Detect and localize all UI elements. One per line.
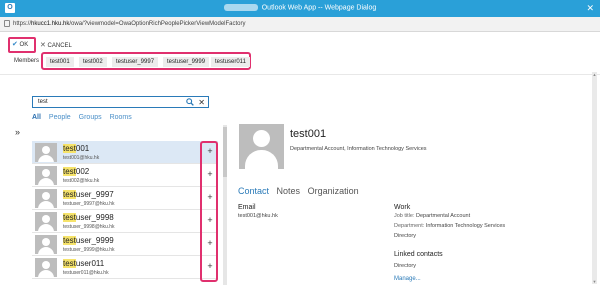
- member-chip[interactable]: testuser011: [211, 57, 250, 67]
- divider: [0, 74, 600, 75]
- filter-groups[interactable]: Groups: [79, 114, 102, 121]
- person-email: test002@hku.hk: [63, 178, 100, 184]
- person-name: test002: [63, 167, 90, 176]
- member-chip[interactable]: test002: [79, 57, 107, 67]
- person-name: test001: [63, 144, 90, 153]
- address-bar: https://hkucc1.hku.hk/owa/?viewmodel=Owa…: [0, 17, 600, 32]
- avatar: [35, 212, 57, 231]
- search-input[interactable]: test ✕: [32, 96, 209, 108]
- department-line: Department: Information Technology Servi…: [394, 223, 506, 229]
- filter-rooms[interactable]: Rooms: [110, 114, 132, 121]
- list-item[interactable]: testuser_9997 testuser_9997@hku.hk: [32, 187, 218, 210]
- member-chip[interactable]: testuser_9997: [112, 57, 159, 67]
- email-heading: Email: [238, 204, 256, 211]
- manage-link[interactable]: Manage...: [394, 276, 421, 282]
- person-name: testuser011: [63, 259, 105, 268]
- tab-notes[interactable]: Notes: [277, 186, 301, 196]
- add-member-button[interactable]: +: [205, 238, 215, 248]
- window-title-text: Outlook Web App -- Webpage Dialog: [261, 4, 377, 12]
- contact-subtitle: Departmental Account, Information Techno…: [290, 146, 427, 152]
- job-title-line: Job title: Departmental Account: [394, 213, 471, 219]
- directory-line: Directory: [394, 233, 417, 239]
- scroll-up-icon[interactable]: ▲: [592, 72, 597, 77]
- list-item[interactable]: testuser_9999 testuser_9999@hku.hk: [32, 233, 218, 256]
- page-scrollbar[interactable]: ▲ ▼: [592, 72, 597, 284]
- linked-contacts-heading: Linked contacts: [394, 251, 443, 258]
- members-label: Members: [14, 58, 40, 64]
- member-chip[interactable]: test001: [46, 57, 74, 67]
- email-value[interactable]: test001@hku.hk: [238, 213, 278, 219]
- scrollbar-thumb[interactable]: [223, 127, 227, 177]
- avatar: [35, 143, 57, 162]
- avatar: [35, 189, 57, 208]
- tab-contact[interactable]: Contact: [238, 186, 269, 196]
- redacted-user-name: [223, 4, 258, 11]
- lock-icon: [4, 20, 10, 27]
- list-item[interactable]: test002 test002@hku.hk: [32, 164, 218, 187]
- add-member-button[interactable]: +: [205, 146, 215, 156]
- person-email: testuser_9997@hku.hk: [63, 201, 115, 207]
- filter-all[interactable]: All: [32, 114, 41, 121]
- linked-contacts-value: Directory: [394, 263, 417, 269]
- filter-tabs: All People Groups Rooms: [32, 114, 138, 121]
- cancel-button[interactable]: ✕ CANCEL: [40, 41, 72, 49]
- cancel-x-icon: ✕: [40, 42, 46, 49]
- window-title: Outlook Web App -- Webpage Dialog: [0, 4, 600, 11]
- expand-chevron-icon[interactable]: »: [15, 127, 20, 137]
- person-email: testuser_9999@hku.hk: [63, 247, 115, 253]
- person-name: testuser_9998: [63, 213, 114, 222]
- search-icon[interactable]: [186, 98, 194, 106]
- list-scrollbar[interactable]: [223, 125, 227, 285]
- avatar: [35, 166, 57, 185]
- scroll-down-icon[interactable]: ▼: [592, 279, 597, 284]
- members-chips-row: test001 test002 testuser_9997 testuser_9…: [41, 52, 251, 70]
- list-item[interactable]: test001 test001@hku.hk: [32, 141, 218, 164]
- search-value: test: [38, 99, 48, 105]
- person-email: testuser_9998@hku.hk: [63, 224, 115, 230]
- checkmark-icon: ✔: [12, 41, 18, 48]
- add-member-button[interactable]: +: [205, 261, 215, 271]
- person-name: testuser_9997: [63, 190, 114, 199]
- avatar: [35, 235, 57, 254]
- close-icon[interactable]: ✕: [586, 3, 594, 14]
- contact-photo: [239, 124, 284, 169]
- work-heading: Work: [394, 204, 411, 211]
- title-bar: O Outlook Web App -- Webpage Dialog ✕: [0, 0, 600, 17]
- avatar: [35, 258, 57, 277]
- filter-people[interactable]: People: [49, 114, 71, 121]
- contact-name: test001: [290, 128, 327, 140]
- add-member-button[interactable]: +: [205, 192, 215, 202]
- webpage-dialog: O Outlook Web App -- Webpage Dialog ✕ ht…: [0, 0, 600, 291]
- ok-button[interactable]: ✔ OK: [8, 37, 36, 53]
- add-member-button[interactable]: +: [205, 215, 215, 225]
- clear-search-icon[interactable]: ✕: [198, 98, 205, 107]
- detail-tabs: Contact Notes Organization: [238, 186, 364, 196]
- person-email: testuser011@hku.hk: [63, 270, 109, 276]
- add-member-button[interactable]: +: [205, 169, 215, 179]
- tab-organization[interactable]: Organization: [308, 186, 359, 196]
- person-email: test001@hku.hk: [63, 155, 100, 161]
- person-name: testuser_9999: [63, 236, 114, 245]
- list-item[interactable]: testuser011 testuser011@hku.hk: [32, 256, 218, 279]
- url-text: https://hkucc1.hku.hk/owa/?viewmodel=Owa…: [13, 21, 246, 27]
- list-item[interactable]: testuser_9998 testuser_9998@hku.hk: [32, 210, 218, 233]
- member-chip[interactable]: testuser_9999: [163, 57, 210, 67]
